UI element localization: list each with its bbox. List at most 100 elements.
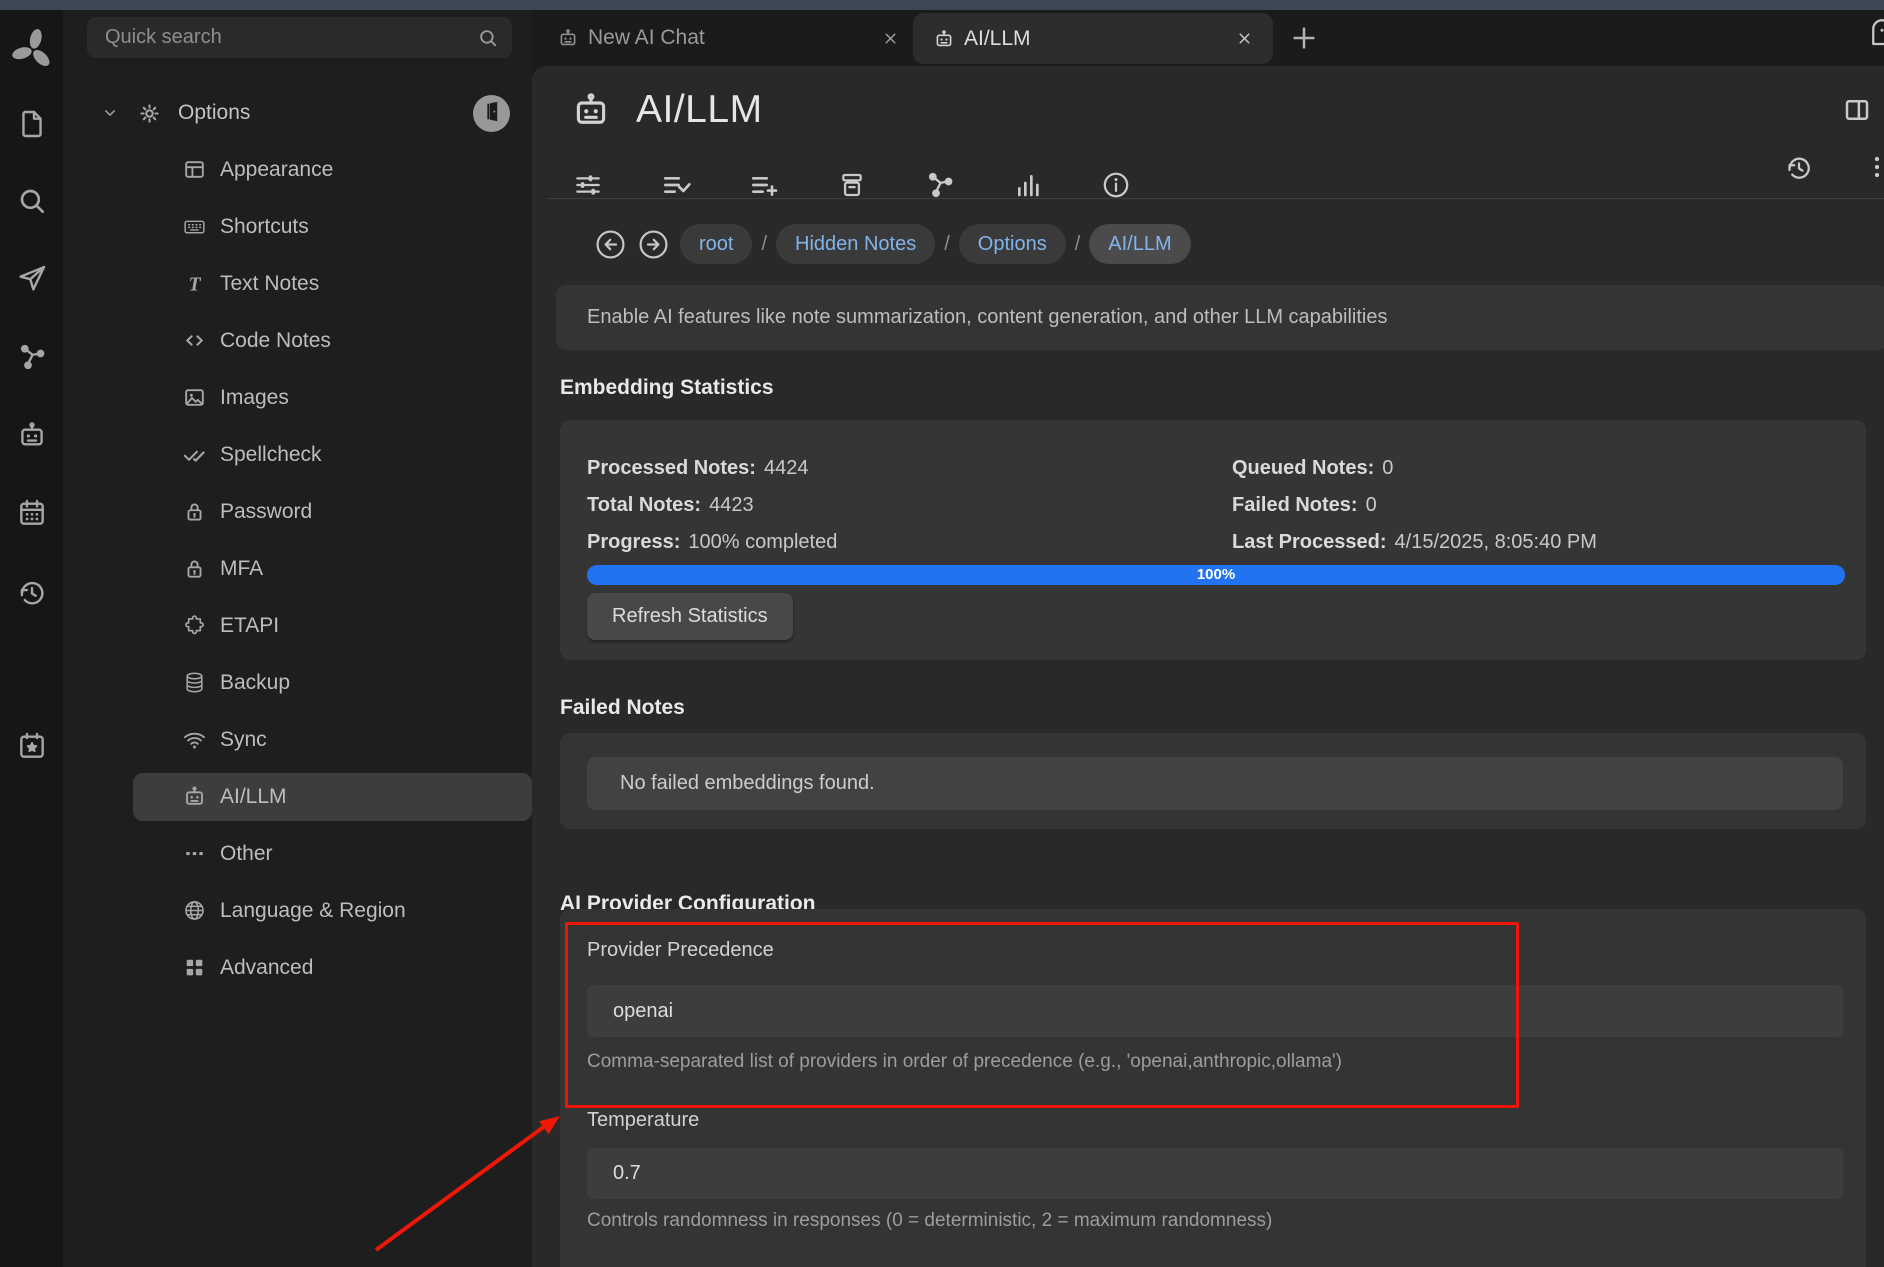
split-panes-icon[interactable] xyxy=(1842,95,1872,125)
tree-items: Appearance Shortcuts TText Notes Code Notes… xyxy=(63,141,532,996)
image-icon xyxy=(182,385,207,410)
tree-root-label: Options xyxy=(178,101,250,125)
calendar-icon[interactable] xyxy=(16,497,48,529)
robot-icon xyxy=(182,784,207,809)
sidebar-item-label: Other xyxy=(220,842,273,866)
sidebar-item-label: ETAPI xyxy=(220,614,279,638)
sidebar-item-label: Advanced xyxy=(220,956,313,980)
today-icon[interactable] xyxy=(16,730,48,762)
back-button[interactable] xyxy=(594,228,627,261)
close-icon[interactable] xyxy=(1236,30,1253,47)
sidebar-item-label: Password xyxy=(220,500,312,524)
tab-ai-llm[interactable]: AI/LLM xyxy=(913,13,1273,64)
forward-button[interactable] xyxy=(637,228,670,261)
sidebar-item-language-region[interactable]: Language & Region xyxy=(63,882,532,939)
dots-icon xyxy=(182,841,207,866)
kebab-menu-icon[interactable] xyxy=(1862,152,1884,182)
plus-icon xyxy=(1289,40,1319,57)
sidebar-item-images[interactable]: Images xyxy=(63,369,532,426)
breadcrumb-segment[interactable]: Options xyxy=(959,224,1066,264)
sidebar-item-label: Sync xyxy=(220,728,267,752)
wifi-icon xyxy=(182,727,207,752)
refresh-statistics-button[interactable]: Refresh Statistics xyxy=(587,593,793,640)
relation-icon[interactable] xyxy=(924,169,956,201)
sidebar-item-spellcheck[interactable]: Spellcheck xyxy=(63,426,532,483)
sidebar-item-label: Code Notes xyxy=(220,329,331,353)
breadcrumb: root/Hidden Notes/Options/AI/LLM xyxy=(580,222,1191,266)
archive-icon[interactable] xyxy=(836,169,868,201)
breadcrumb-separator: / xyxy=(761,233,767,256)
unhoist-button[interactable] xyxy=(473,95,510,132)
new-tab-button[interactable] xyxy=(1289,23,1319,53)
launcher-dock xyxy=(0,10,63,1267)
breadcrumb-separator: / xyxy=(944,233,950,256)
ai-chat-icon[interactable] xyxy=(16,419,48,451)
note-revisions-icon[interactable] xyxy=(1784,153,1814,183)
sidebar-item-label: MFA xyxy=(220,557,263,581)
queued-notes-stat: Queued Notes:0 xyxy=(1232,454,1393,482)
sliders-icon[interactable] xyxy=(572,169,604,201)
tab-new-ai-chat[interactable]: New AI Chat xyxy=(557,10,917,66)
tab-label: AI/LLM xyxy=(964,27,1031,51)
sidebar-item-code-notes[interactable]: Code Notes xyxy=(63,312,532,369)
sidebar-item-password[interactable]: Password xyxy=(63,483,532,540)
sidebar-item-label: Images xyxy=(220,386,289,410)
list-plus-icon[interactable] xyxy=(748,169,780,201)
sidebar-item-other[interactable]: Other xyxy=(63,825,532,882)
list-check-icon[interactable] xyxy=(660,169,692,201)
embedding-progress-bar: 100% xyxy=(587,565,1845,585)
barchart-icon[interactable] xyxy=(1012,169,1044,201)
tab-bar: New AI Chat AI/LLM xyxy=(532,10,1884,66)
code-icon xyxy=(182,328,207,353)
sidebar-item-etapi[interactable]: ETAPI xyxy=(63,597,532,654)
progress-stat: Progress:100% completed xyxy=(587,528,837,556)
notebook-icon[interactable] xyxy=(1867,17,1884,51)
jump-to-icon[interactable] xyxy=(16,262,48,294)
sidebar-item-appearance[interactable]: Appearance xyxy=(63,141,532,198)
puzzle-icon xyxy=(182,613,207,638)
divider xyxy=(546,198,1884,199)
close-icon[interactable] xyxy=(882,30,899,47)
chevron-down-icon[interactable] xyxy=(100,103,120,123)
processed-notes-stat: Processed Notes:4424 xyxy=(587,454,808,482)
sidebar-item-label: Language & Region xyxy=(220,899,406,923)
provider-precedence-help: Comma-separated list of providers in ord… xyxy=(587,1051,1342,1073)
sidebar-item-advanced[interactable]: Advanced xyxy=(63,939,532,996)
sidebar-item-label: Shortcuts xyxy=(220,215,309,239)
robot-icon xyxy=(557,27,579,49)
robot-icon xyxy=(933,28,955,50)
note-tree-sidebar: Options Appearance Shortcuts TText Notes Co… xyxy=(63,10,532,1267)
titlebar xyxy=(0,0,1884,10)
relation-map-icon[interactable] xyxy=(16,341,48,373)
info-icon[interactable] xyxy=(1100,169,1132,201)
layout-icon xyxy=(182,157,207,182)
temperature-input[interactable] xyxy=(587,1148,1843,1199)
new-note-icon[interactable] xyxy=(16,108,48,140)
breadcrumb-segment[interactable]: AI/LLM xyxy=(1089,224,1190,264)
sidebar-item-ai-llm[interactable]: AI/LLM xyxy=(63,768,532,825)
sidebar-item-sync[interactable]: Sync xyxy=(63,711,532,768)
breadcrumb-segment[interactable]: root xyxy=(680,224,752,264)
sidebar-item-shortcuts[interactable]: Shortcuts xyxy=(63,198,532,255)
provider-precedence-input[interactable] xyxy=(587,985,1843,1037)
keyboard-icon xyxy=(182,214,207,239)
svg-text:T: T xyxy=(188,273,201,295)
tab-label: New AI Chat xyxy=(588,26,705,50)
search-icon[interactable] xyxy=(16,185,48,217)
sidebar-item-label: AI/LLM xyxy=(220,785,287,809)
dblcheck-icon xyxy=(182,442,207,467)
search-input[interactable] xyxy=(87,17,512,58)
breadcrumb-segment[interactable]: Hidden Notes xyxy=(776,224,935,264)
database-icon xyxy=(182,670,207,695)
sidebar-item-backup[interactable]: Backup xyxy=(63,654,532,711)
last-processed-stat: Last Processed:4/15/2025, 8:05:40 PM xyxy=(1232,528,1597,556)
recent-changes-icon[interactable] xyxy=(16,577,48,609)
sidebar-item-label: Backup xyxy=(220,671,290,695)
failed-notes-stat: Failed Notes:0 xyxy=(1232,491,1377,519)
lock-icon xyxy=(182,499,207,524)
textT-icon: T xyxy=(182,271,207,296)
sidebar-item-options[interactable]: Options xyxy=(63,90,532,136)
sidebar-item-text-notes[interactable]: TText Notes xyxy=(63,255,532,312)
sidebar-item-mfa[interactable]: MFA xyxy=(63,540,532,597)
failed-notes-card: No failed embeddings found. xyxy=(560,733,1866,829)
